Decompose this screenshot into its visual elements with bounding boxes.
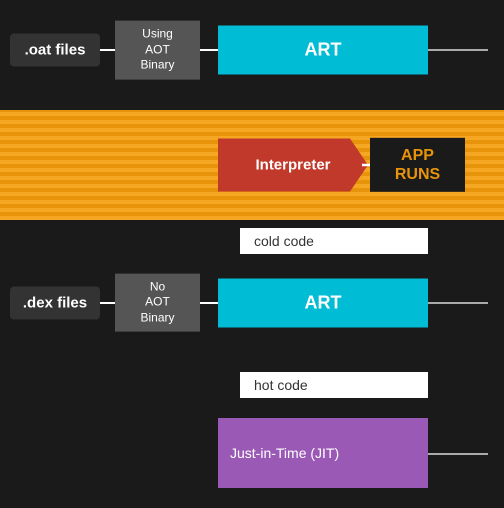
- cold-code-label: cold code: [240, 228, 428, 254]
- app-runs-box: APP RUNS: [370, 138, 465, 192]
- dex-files-label: .dex files: [10, 286, 100, 319]
- line-art-top-icon: [428, 49, 488, 51]
- interpreter-box: Interpreter: [218, 139, 368, 192]
- diagram: .oat files Using AOT Binary ART Interpre…: [0, 0, 504, 508]
- using-aot-binary-box: Using AOT Binary: [115, 21, 200, 80]
- jit-line-icon: [428, 453, 488, 455]
- oat-files-label: .oat files: [10, 34, 100, 67]
- hot-code-label: hot code: [240, 372, 428, 398]
- jit-label: Just-in-Time (JIT): [230, 445, 339, 461]
- arrow-aot-to-art-top-icon: [200, 49, 220, 51]
- top-section: .oat files Using AOT Binary ART: [0, 10, 504, 90]
- arrow-aot-to-art-bottom-icon: [200, 302, 220, 304]
- line-dex-right-icon: [428, 302, 488, 304]
- art-box-top: ART: [218, 26, 428, 75]
- no-aot-binary-box: No AOT Binary: [115, 273, 200, 332]
- bottom-section: .dex files No AOT Binary ART: [0, 260, 504, 345]
- art-box-bottom: ART: [218, 278, 428, 327]
- jit-section: Just-in-Time (JIT): [218, 418, 428, 488]
- middle-section: Interpreter APP RUNS: [0, 110, 504, 220]
